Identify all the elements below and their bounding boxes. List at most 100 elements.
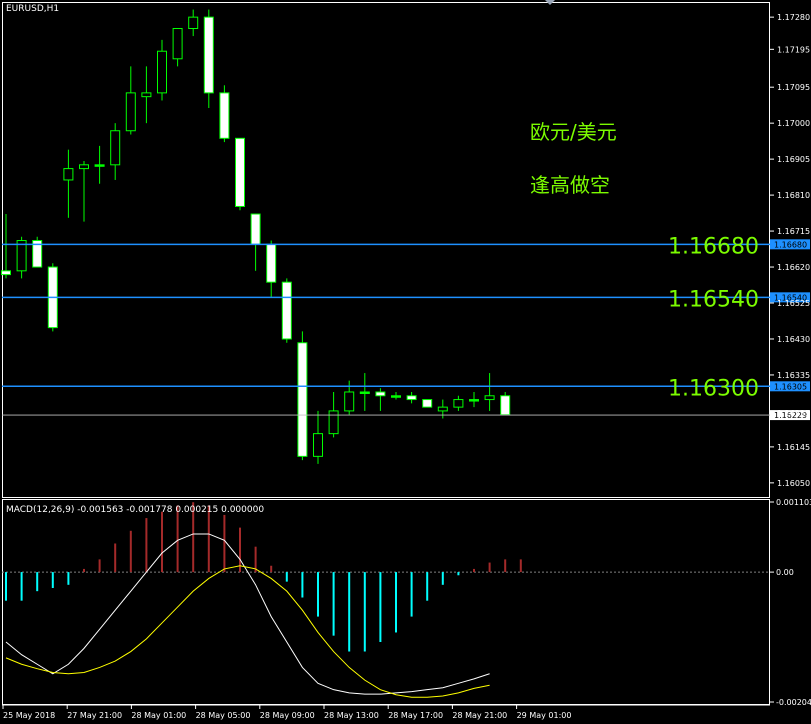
candle[interactable] [110,123,121,180]
candle-body [172,28,183,60]
candle[interactable] [219,85,230,143]
candle-body [188,16,199,30]
candle[interactable] [188,9,199,37]
annotation-text: 逢高做空 [530,173,610,197]
price-tick-label: 1.16335 [777,371,810,380]
candle-body [406,395,417,401]
macd-title: MACD(12,26,9) -0.001563 -0.001778 0.0002… [6,505,264,515]
macd-tick-label: -0.002044 [776,698,811,707]
candle[interactable] [297,331,308,461]
candle[interactable] [406,391,417,404]
candle[interactable] [500,391,511,416]
price-tick-label: 1.16810 [777,191,810,200]
candle[interactable] [235,137,245,211]
candle[interactable] [391,391,401,400]
candle[interactable] [157,39,167,101]
macd-pane-frame [2,499,770,705]
candle-body [484,395,495,401]
candle-body [422,399,433,408]
candle[interactable] [484,373,495,411]
candle-body [141,92,152,98]
candle[interactable] [422,399,433,408]
price-tick-label: 1.16715 [777,227,810,236]
candle-body [359,391,370,394]
price-pane-frame [2,2,770,498]
candle-body [63,168,74,181]
candle-body [453,399,464,408]
axes: 1.17280 1.17195 1.17095 1.17000 1.16905 1.168… [2,13,811,720]
time-tick-label: 25 May 2018 [3,711,55,720]
price-tick-label: 1.16430 [777,335,810,344]
level-tag-text: 1.16680 [774,240,807,249]
macd-tick-label: 0.00 [776,568,794,577]
candle[interactable] [16,236,27,279]
candle[interactable] [172,28,183,67]
time-tick-label: 28 May 17:00 [388,711,443,720]
time-tick-label: 27 May 21:00 [67,711,122,720]
annotation-text: 欧元/美元 [530,120,617,144]
annotations: 欧元/美元逢高做空 [530,120,617,197]
candle-body [157,50,167,94]
candle-body [203,16,214,94]
candle-body [391,395,401,398]
candle[interactable] [313,410,323,464]
level-price-tag: 1.16305 [770,381,810,392]
level-label: 1.16540 [668,287,759,312]
macd-tick-label: 0.001103 [776,498,811,507]
price-tick-label: 1.16525 [777,299,810,308]
candle-body [297,342,308,457]
price-tick-label: 1.17000 [777,119,810,128]
macd-main-line[interactable] [5,533,490,695]
candle-body [250,213,261,245]
price-tick-label: 1.17280 [777,13,810,22]
candle[interactable] [79,161,89,222]
candle[interactable] [453,395,464,411]
candle[interactable] [375,388,386,411]
macd-pane[interactable] [2,499,770,705]
candle-body [125,92,136,132]
price-pane[interactable] [1,2,770,498]
candle[interactable] [469,391,479,408]
candle[interactable] [203,9,214,109]
macd-signal-line[interactable] [5,565,490,698]
candle[interactable] [359,373,370,411]
time-tick-label: 29 May 01:00 [517,711,572,720]
chart-window[interactable]: 1.16680 1.166801.16540 1.165401.16300 1.163… [0,0,811,724]
candle[interactable] [250,213,261,271]
candle[interactable] [32,236,43,268]
candle[interactable] [63,149,74,218]
candle-body [281,281,292,340]
candle-body [437,406,448,412]
candle[interactable] [141,66,152,124]
candle-body [219,92,230,139]
candle-body [94,164,105,167]
price-tick-label: 1.16050 [777,479,810,488]
price-tick-label: 1.16905 [777,155,810,164]
price-tick-label: 1.16235 [777,409,810,418]
candle-body [469,399,479,402]
level-price-tag: 1.16680 [770,239,810,250]
candle[interactable] [437,399,448,419]
price-tick-label: 1.16620 [777,263,810,272]
price-tick-label: 1.16145 [777,443,810,452]
candle-body [500,395,511,416]
candle-body [328,410,339,435]
candle-body [79,164,89,170]
price-tick-label: 1.17095 [777,83,810,92]
level-lines[interactable]: 1.16680 1.166801.16540 1.165401.16300 1.163… [2,234,810,421]
time-tick-label: 28 May 09:00 [260,711,315,720]
candle[interactable] [94,145,105,184]
level-tag-text: 1.16305 [774,382,807,391]
time-tick-label: 28 May 05:00 [196,711,251,720]
candle-body [266,243,277,283]
candle-body [344,391,355,412]
candle-body [235,137,245,207]
price-tick-label: 1.17195 [777,45,810,54]
time-tick-label: 28 May 01:00 [131,711,186,720]
candle[interactable] [281,278,292,343]
candle-body [16,240,27,272]
time-tick-label: 28 May 21:00 [452,711,507,720]
candle-body [375,391,386,397]
candle[interactable] [266,240,277,298]
candle[interactable] [125,66,136,135]
